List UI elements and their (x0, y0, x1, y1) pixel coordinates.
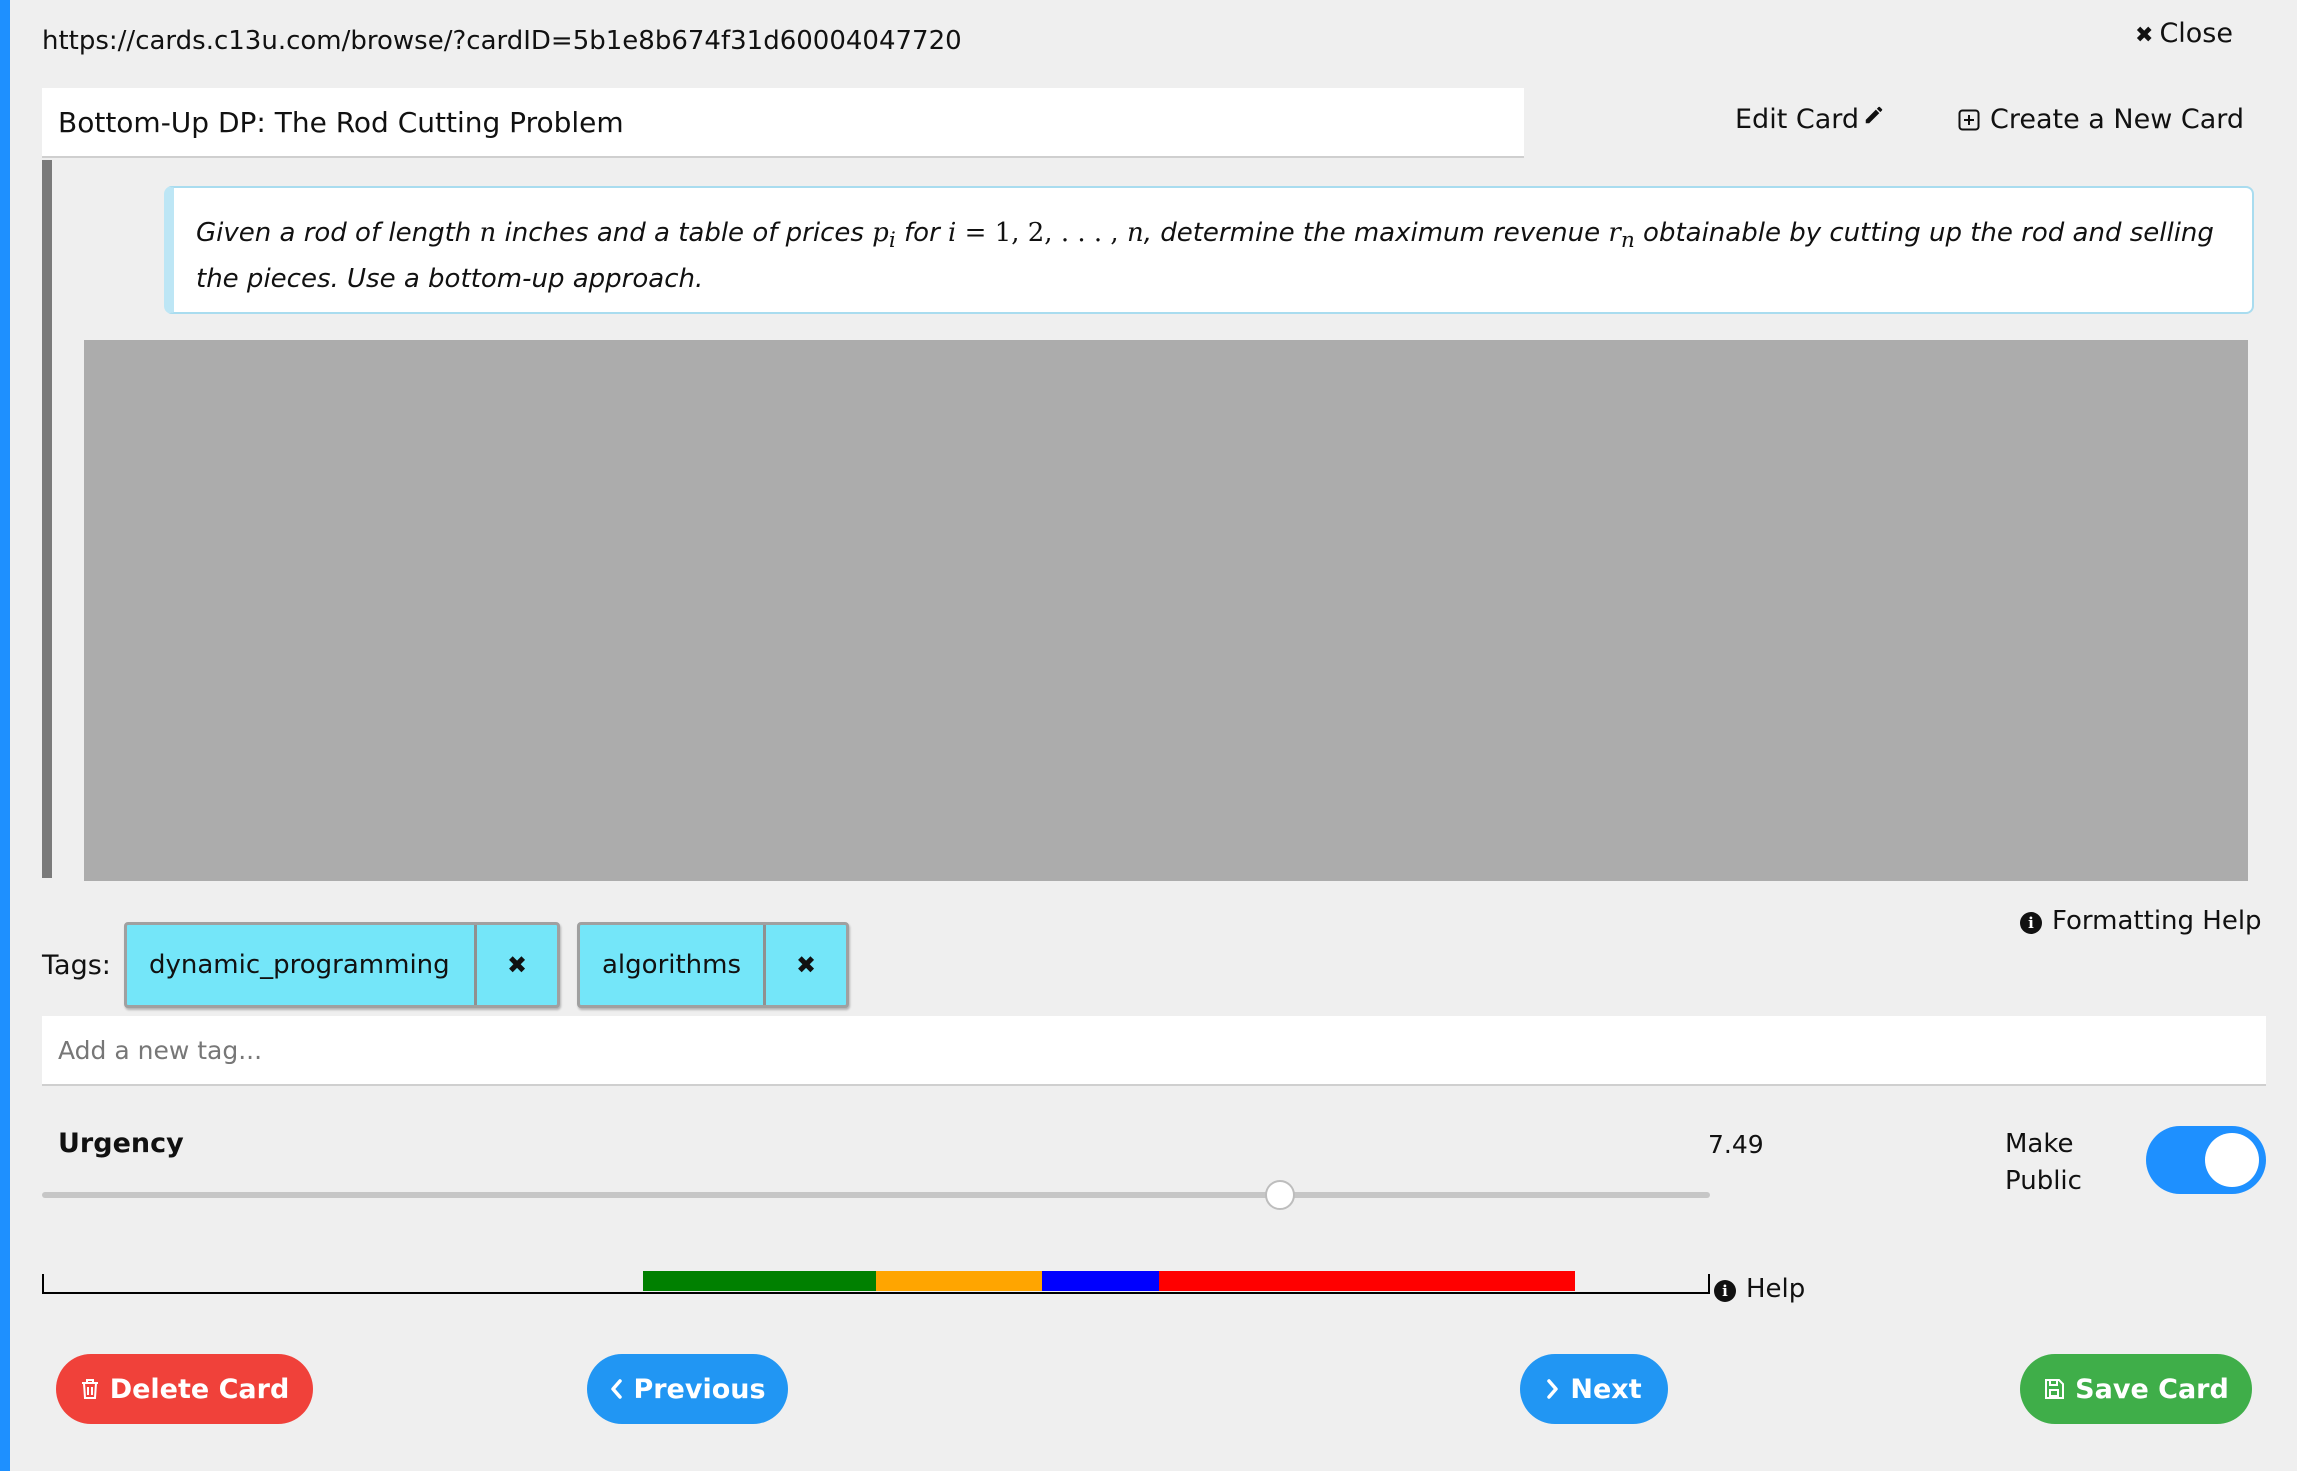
urgency-value: 7.49 (1708, 1130, 1764, 1159)
chevron-right-icon (1547, 1379, 1559, 1399)
tag-label[interactable]: algorithms (580, 925, 767, 1005)
prompt-box: Given a rod of length n inches and a tab… (164, 186, 2254, 314)
save-card-label: Save Card (2075, 1373, 2229, 1405)
plus-square-icon (1958, 109, 1980, 131)
urgency-label: Urgency (58, 1128, 184, 1159)
make-public-toggle[interactable] (2146, 1126, 2266, 1194)
left-accent-bar (0, 0, 10, 1471)
timeline-segment-red (1159, 1271, 1575, 1291)
timeline-segment-orange (876, 1271, 1042, 1291)
tags-label: Tags: (42, 950, 111, 981)
url-text: https://cards.c13u.com/browse/?cardID=5b… (42, 26, 962, 56)
delete-card-button[interactable]: Delete Card (56, 1354, 313, 1424)
save-card-button[interactable]: Save Card (2020, 1354, 2252, 1424)
previous-button[interactable]: Previous (587, 1354, 788, 1424)
help-link[interactable]: i Help (1714, 1274, 1805, 1304)
remove-tag-icon[interactable]: ✖ (766, 925, 846, 1005)
previous-label: Previous (633, 1373, 766, 1405)
prompt-text: Given a rod of length n inches and a tab… (196, 218, 2214, 295)
help-label: Help (1746, 1274, 1806, 1304)
trash-icon (81, 1379, 98, 1399)
edit-card-button[interactable]: Edit Card (1735, 104, 1885, 135)
close-label: Close (2159, 18, 2233, 49)
tag-label[interactable]: dynamic_programming (127, 925, 477, 1005)
urgency-slider-thumb[interactable] (1264, 1180, 1295, 1210)
create-new-card-button[interactable]: Create a New Card (1958, 104, 2244, 135)
info-icon: i (1714, 1280, 1736, 1302)
info-icon: i (2020, 912, 2042, 934)
timeline-segment-green (643, 1271, 876, 1291)
close-icon: ✖ (2135, 23, 2154, 48)
timeline-segment-blue (1042, 1271, 1159, 1291)
chevron-left-icon (611, 1379, 623, 1399)
pencil-icon (1865, 106, 1883, 124)
tag-chip: algorithms ✖ (577, 922, 849, 1008)
edit-card-label: Edit Card (1735, 104, 1860, 135)
tag-chip: dynamic_programming ✖ (124, 922, 560, 1008)
formatting-help-label: Formatting Help (2052, 906, 2262, 936)
urgency-slider-track[interactable] (42, 1192, 1710, 1198)
close-button[interactable]: ✖ Close (2135, 18, 2233, 49)
remove-tag-icon[interactable]: ✖ (477, 925, 557, 1005)
next-label: Next (1570, 1373, 1642, 1405)
make-public-label: Make Public (2005, 1129, 2082, 1196)
card-title-bar: Bottom-Up DP: The Rod Cutting Problem (42, 88, 1524, 158)
card-title: Bottom-Up DP: The Rod Cutting Problem (58, 106, 624, 139)
toggle-knob (2205, 1133, 2259, 1187)
next-button[interactable]: Next (1520, 1354, 1668, 1424)
add-tag-input[interactable] (42, 1016, 2266, 1086)
formatting-help-link[interactable]: i Formatting Help (2020, 906, 2262, 936)
card-content-border (42, 160, 52, 878)
delete-card-label: Delete Card (109, 1373, 290, 1405)
save-icon (2045, 1379, 2065, 1399)
create-new-card-label: Create a New Card (1990, 104, 2245, 135)
hidden-answer-area[interactable] (84, 340, 2248, 881)
